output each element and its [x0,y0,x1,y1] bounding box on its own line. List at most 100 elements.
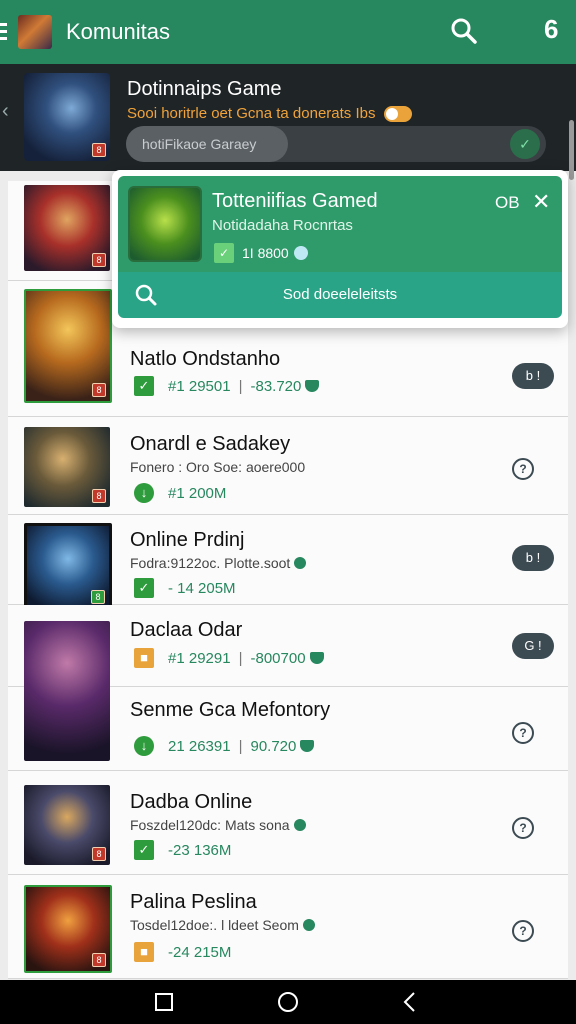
stat-primary: 21 26391 [168,737,231,755]
game-title: Online Prdinj [130,529,245,551]
featured-subtitle-text: Sooi horitrle oet Gcna ta donerats Ibs [127,105,376,122]
action-pill[interactable]: b ! [512,545,554,571]
game-title: Senme Gca Mefontory [130,699,331,721]
action-pill[interactable]: b ! [512,363,554,389]
game-thumbnail: 8 [24,289,112,403]
info-icon[interactable]: ? [512,458,534,480]
game-subtitle-text: Tosdel12doe:. l ldeet Seom [130,917,299,933]
game-stats: ↓ #1 200M [134,483,226,503]
divider: | [238,377,243,395]
game-subtitle: Tosdel12doe:. l ldeet Seom [130,917,315,933]
badge-icon: 8 [92,847,106,861]
stat-primary: -23 136M [168,841,232,859]
badge-icon: 8 [92,953,106,967]
game-stats: ✓ #1 29501 | -83.720 [134,376,320,396]
shield-icon [305,380,320,392]
list-item[interactable]: 8 Dadba Online Foszdel120dc: Mats sona ✓… [8,771,568,875]
popup-title: Totteniifias Gamed [212,190,378,212]
badge-icon: 8 [92,489,106,503]
stat-primary: #1 200M [168,484,227,502]
info-icon[interactable]: ? [512,920,534,942]
list-item[interactable]: 8 Online Prdinj Fodra:9122oc. Plotte.soo… [8,515,568,611]
popup-stat: ✓ 1I 8800 [214,243,308,263]
game-subtitle: Foszdel120dc: Mats sona [130,817,306,833]
close-icon[interactable]: ✕ [532,189,550,215]
game-thumbnail: 8 [24,427,110,507]
game-subtitle: Fonero : Oro Soe: aoere000 [130,459,306,475]
popup-bar-label: Sod doeeleleitsts [282,286,398,303]
game-title: Onardl e Sadakey [130,433,291,455]
menu-icon[interactable] [0,0,10,64]
toggle-switch[interactable] [383,106,412,123]
badge-icon: 8 [92,143,106,157]
info-icon[interactable]: ? [512,817,534,839]
stat-secondary: 90.720 [250,737,297,755]
game-subtitle-text: Foszdel120dc: Mats sona [130,817,290,833]
recents-icon[interactable] [152,990,176,1014]
game-thumbnail [24,621,110,761]
featured-search-bar[interactable]: hotiFikaoe Garaey ✓ [126,126,546,162]
info-icon [293,246,308,260]
check-icon: ✓ [134,840,154,860]
popup-count: OB [495,193,520,212]
app-bar: Komunitas 6 [0,0,576,64]
badge-icon: 8 [91,590,105,604]
popup-search-button[interactable]: Sod doeeleleitsts [118,272,562,318]
game-stats: ↓ 21 26391 | 90.720 [134,736,315,756]
badge-icon: 8 [92,383,106,397]
shield-check-icon[interactable]: ✓ [510,129,540,159]
verified-icon [293,819,306,831]
game-stats: ■ #1 29291 | -800700 [134,648,324,668]
notification-count[interactable]: 6 [544,14,558,45]
scrollbar[interactable] [569,120,574,180]
gift-icon: ■ [134,648,154,668]
featured-title: Dotinnaips Game [127,78,282,100]
badge-icon: 8 [92,253,106,267]
shield-icon [300,740,315,752]
game-thumbnail: 8 [24,885,112,973]
stat-secondary: -83.720 [250,377,302,395]
back-icon[interactable] [398,990,422,1014]
list-item[interactable]: 8 Onardl e Sadakey Fonero : Oro Soe: aoe… [8,417,568,515]
stat-primary: - 14 205M [168,579,236,597]
divider: | [238,737,243,755]
shield-icon [309,652,324,664]
gift-icon: ■ [134,942,154,962]
game-title: Natlo Ondstanho [130,348,281,370]
game-stats: ✓ - 14 205M [134,578,236,598]
stat-secondary: -800700 [250,649,306,667]
popup-header: Totteniifias Gamed Notidadaha Rocnrtas ✓… [118,176,562,272]
list-item[interactable]: 8 Palina Peslina Tosdel12doe:. l ldeet S… [8,875,568,979]
game-icon [128,186,202,262]
avatar[interactable] [18,15,52,49]
chevron-left-icon[interactable]: ‹ [2,100,9,123]
stat-primary: #1 29501 [168,377,231,395]
check-icon: ✓ [214,243,234,263]
info-icon[interactable]: ? [512,722,534,744]
game-title: Daclaa Odar [130,619,243,641]
game-stats: ✓ -23 136M [134,840,231,860]
game-thumbnail: 8 [24,523,112,611]
game-thumbnail: 8 [24,185,110,271]
featured-game: ‹ 8 Dotinnaips Game Sooi horitrle oet Gc… [0,64,576,171]
list-item[interactable]: Daclaa Odar ■ #1 29291 | -800700 G ! [8,605,568,761]
popup-subtitle: Notidadaha Rocnrtas [212,217,353,234]
search-chip[interactable]: hotiFikaoe Garaey [126,126,288,162]
game-subtitle-text: Fodra:9122oc. Plotte.soot [130,555,291,571]
verified-icon [294,557,307,569]
featured-thumbnail[interactable]: 8 [24,73,110,161]
action-pill[interactable]: G ! [512,633,554,659]
stat-primary: -24 215M [168,943,232,961]
page-title: Komunitas [66,19,170,44]
game-subtitle: Fodra:9122oc. Plotte.soot [130,555,307,571]
home-icon[interactable] [276,990,300,1014]
notification-popup[interactable]: Totteniifias Gamed Notidadaha Rocnrtas ✓… [112,170,568,328]
game-stats: ■ -24 215M [134,942,231,962]
game-title: Palina Peslina [130,891,257,913]
download-icon: ↓ [134,483,154,503]
featured-subtitle: Sooi horitrle oet Gcna ta donerats Ibs [127,105,412,123]
search-icon[interactable] [449,16,479,46]
search-icon [135,284,157,306]
game-thumbnail: 8 [24,785,110,865]
check-icon: ✓ [134,376,154,396]
